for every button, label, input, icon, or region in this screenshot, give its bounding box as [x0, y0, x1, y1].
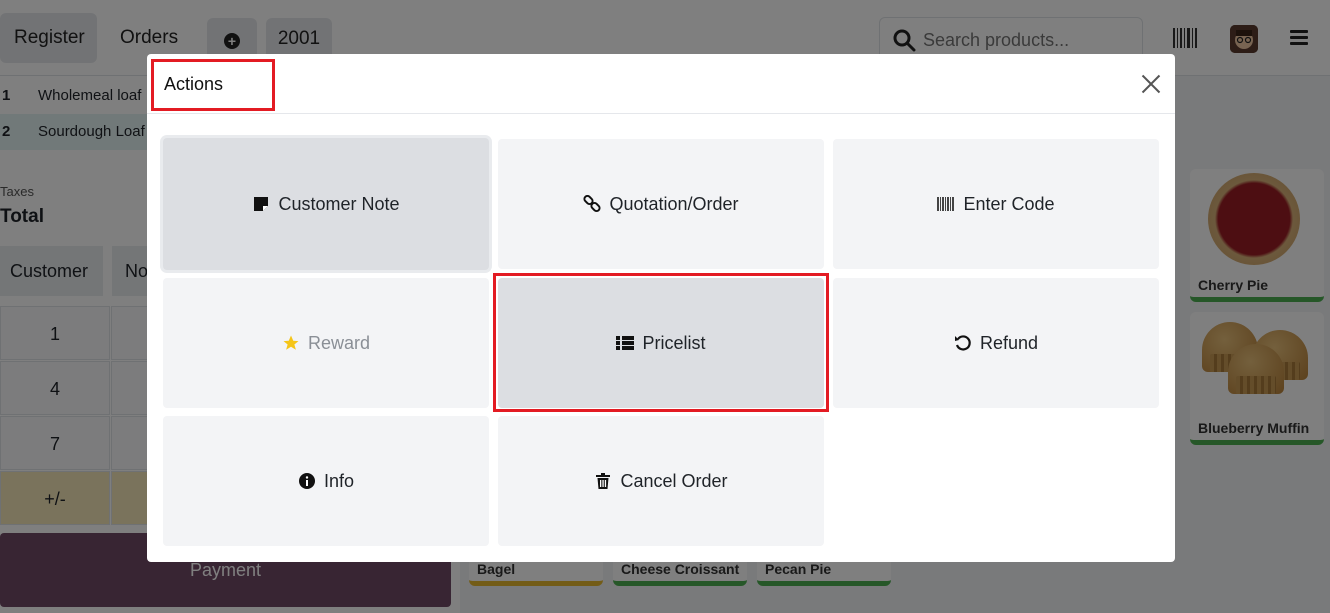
action-label: Quotation/Order [609, 193, 739, 214]
dialog-header: Actions [147, 54, 1175, 114]
enter-code-button[interactable]: Enter Code [833, 139, 1159, 269]
reward-button[interactable]: Reward [163, 278, 489, 408]
action-label: Cancel Order [620, 470, 728, 491]
quotation-order-button[interactable]: Quotation/Order [498, 139, 824, 269]
dialog-title: Actions [164, 74, 224, 94]
close-icon[interactable] [1141, 74, 1161, 94]
star-icon [282, 334, 300, 352]
action-label: Info [323, 470, 355, 491]
action-label: Reward [307, 332, 371, 353]
undo-icon [954, 334, 972, 352]
pricelist-highlight-box [493, 273, 829, 412]
trash-icon [594, 472, 612, 490]
link-icon [583, 195, 602, 213]
action-label: Enter Code [963, 193, 1055, 214]
cancel-order-button[interactable]: Cancel Order [498, 416, 824, 546]
action-label: Customer Note [278, 193, 400, 214]
customer-note-button[interactable]: Customer Note [163, 138, 489, 270]
actions-dialog: Actions Customer Note Quotation/Order En… [147, 54, 1175, 562]
barcode-icon [937, 195, 955, 213]
info-button[interactable]: Info [163, 416, 489, 546]
note-icon [252, 195, 270, 213]
info-icon [298, 472, 316, 490]
action-label: Refund [979, 332, 1039, 353]
refund-button[interactable]: Refund [833, 278, 1159, 408]
